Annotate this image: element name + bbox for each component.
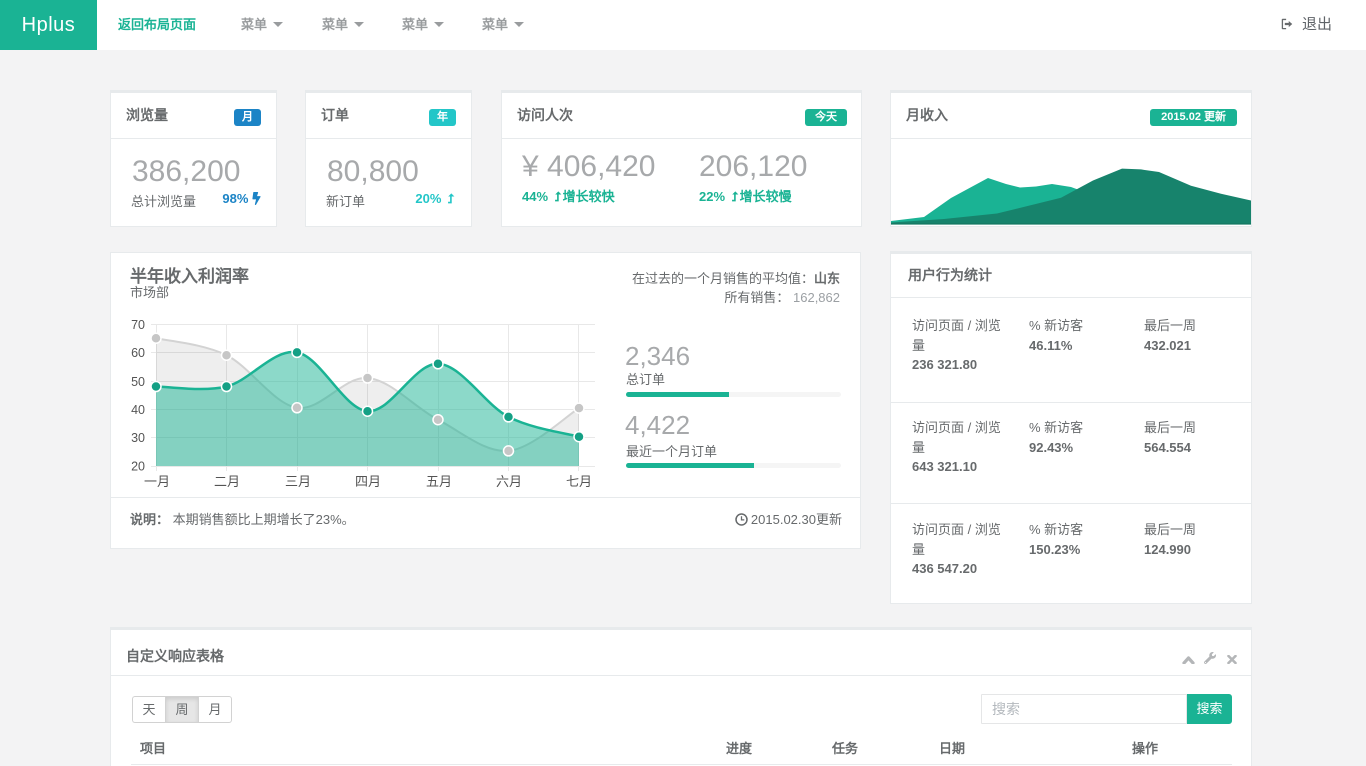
svg-text:四月: 四月 bbox=[355, 474, 381, 489]
svg-text:三月: 三月 bbox=[285, 474, 311, 489]
svg-text:五月: 五月 bbox=[426, 474, 452, 489]
svg-text:二月: 二月 bbox=[214, 474, 240, 489]
svg-text:七月: 七月 bbox=[566, 474, 592, 489]
svg-text:一月: 一月 bbox=[144, 474, 170, 489]
svg-text:六月: 六月 bbox=[496, 474, 522, 489]
svg-text:60: 60 bbox=[131, 346, 145, 360]
svg-text:30: 30 bbox=[131, 431, 145, 445]
svg-text:70: 70 bbox=[131, 318, 145, 332]
svg-text:20: 20 bbox=[131, 460, 145, 474]
svg-text:50: 50 bbox=[131, 375, 145, 389]
svg-text:40: 40 bbox=[131, 403, 145, 417]
